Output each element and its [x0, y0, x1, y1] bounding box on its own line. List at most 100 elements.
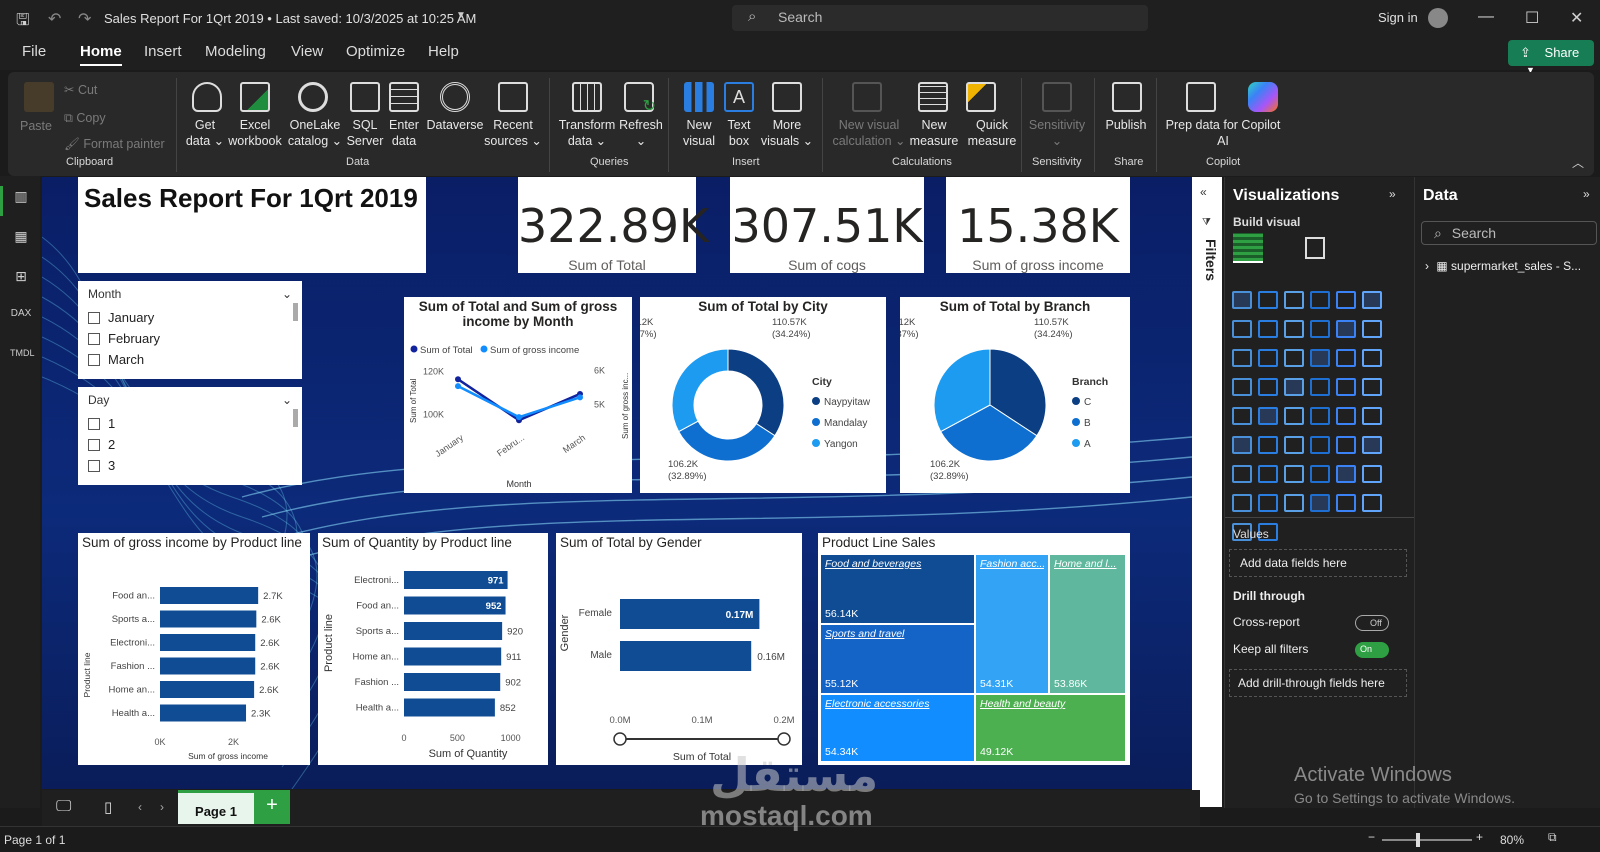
visual-type-icon[interactable] — [1310, 291, 1330, 309]
copilot-icon[interactable] — [1248, 82, 1278, 112]
next-page-icon[interactable]: › — [160, 800, 164, 814]
maximize-icon[interactable]: ☐ — [1525, 8, 1539, 28]
visual-type-icon[interactable] — [1362, 436, 1382, 454]
visual-type-icon[interactable] — [1284, 320, 1304, 338]
kpi-card-gross-income[interactable]: 15.38K Sum of gross income — [946, 177, 1130, 273]
day-slicer[interactable]: Day ⌄ 1 2 3 — [78, 387, 302, 485]
visual-type-icon[interactable] — [1310, 436, 1330, 454]
dax-query-view-icon[interactable]: DAX — [10, 308, 32, 326]
visual-type-icon[interactable] — [1284, 436, 1304, 454]
minimize-icon[interactable]: — — [1478, 8, 1494, 26]
keep-all-filters-toggle[interactable]: On — [1355, 642, 1389, 658]
visual-type-icon[interactable] — [1310, 349, 1330, 367]
visual-type-icon[interactable] — [1310, 407, 1330, 425]
visual-type-icon[interactable] — [1284, 494, 1304, 512]
zoom-out-icon[interactable]: − — [1368, 830, 1375, 844]
visual-type-icon[interactable] — [1310, 320, 1330, 338]
quick-measure-button[interactable]: Quick measure — [958, 117, 1026, 149]
slicer-item-day-2[interactable]: 2 — [78, 434, 302, 455]
visual-type-icon[interactable] — [1258, 407, 1278, 425]
avatar[interactable] — [1428, 8, 1448, 28]
visual-type-icon[interactable] — [1232, 436, 1252, 454]
menu-help[interactable]: Help — [428, 43, 459, 60]
treemap-tile[interactable]: Fashion acc... 54.31K — [976, 555, 1048, 693]
visual-type-icon[interactable] — [1232, 320, 1252, 338]
visual-type-icon[interactable] — [1362, 291, 1382, 309]
refresh-button[interactable]: Refresh ⌄ — [616, 117, 666, 149]
fit-to-page-icon[interactable]: ⧉ — [1548, 830, 1557, 845]
sensitivity-button[interactable]: Sensitivity ⌄ — [1026, 117, 1088, 149]
visual-type-icon[interactable] — [1362, 320, 1382, 338]
model-view-icon[interactable]: ⊞ — [10, 268, 32, 286]
add-page-button[interactable]: + — [254, 790, 290, 824]
undo-icon[interactable]: ↶ — [48, 9, 61, 29]
transform-data-button[interactable]: Transform data ⌄ — [556, 117, 618, 149]
zoom-in-icon[interactable]: + — [1476, 830, 1483, 844]
menu-insert[interactable]: Insert — [144, 43, 182, 60]
visual-type-icon[interactable] — [1336, 407, 1356, 425]
visual-type-icon[interactable] — [1258, 494, 1278, 512]
zoom-slider[interactable] — [1382, 839, 1472, 841]
checkbox[interactable] — [88, 332, 100, 345]
slicer-item-march[interactable]: March — [78, 349, 302, 370]
recent-sources-button[interactable]: Recent sources ⌄ — [484, 117, 542, 149]
slicer-item-day-3[interactable]: 3 — [78, 455, 302, 476]
copy-button[interactable]: ⧉ Copy — [64, 110, 106, 126]
visual-type-icon[interactable] — [1284, 378, 1304, 396]
branch-pie-card[interactable]: Sum of Total by Branch 110.57K (34.24%) 10… — [900, 297, 1130, 493]
menu-optimize[interactable]: Optimize — [346, 43, 405, 60]
checkbox[interactable] — [88, 438, 100, 451]
visual-type-icon[interactable] — [1336, 378, 1356, 396]
visual-type-icon[interactable] — [1284, 465, 1304, 483]
visual-type-icon[interactable] — [1232, 494, 1252, 512]
visual-type-icon[interactable] — [1284, 407, 1304, 425]
visual-type-icon[interactable] — [1336, 349, 1356, 367]
enter-data-button[interactable]: Enter data — [383, 117, 425, 149]
menu-view[interactable]: View — [291, 43, 323, 60]
treemap-tile[interactable]: Food and beverages 56.14K — [821, 555, 974, 623]
table-item[interactable]: › ▦ supermarket_sales - S... — [1425, 259, 1581, 273]
quantity-bar-card[interactable]: Sum of Quantity by Product line Electron… — [318, 533, 548, 765]
desktop-layout-icon[interactable]: 🖵 — [56, 798, 71, 816]
visual-type-icon[interactable] — [1232, 465, 1252, 483]
share-button[interactable]: ⇪ Share ▼ — [1508, 40, 1594, 75]
text-box-button[interactable]: Text box — [720, 117, 758, 149]
visual-type-icon[interactable] — [1336, 320, 1356, 338]
cut-button[interactable]: ✂ Cut — [64, 82, 97, 98]
visual-type-icon[interactable] — [1336, 436, 1356, 454]
visual-type-icon[interactable] — [1362, 349, 1382, 367]
visual-type-icon[interactable] — [1336, 291, 1356, 309]
month-slicer[interactable]: Month ⌄ January February March — [78, 281, 302, 379]
new-visual-button[interactable]: New visual — [676, 117, 722, 149]
slicer-item-january[interactable]: January — [78, 307, 302, 328]
product-line-treemap-card[interactable]: Product Line Sales Food and beverages 56.… — [818, 533, 1130, 765]
redo-icon[interactable]: ↷ — [78, 9, 91, 29]
build-visual-tab-icon[interactable] — [1233, 233, 1263, 263]
city-donut-card[interactable]: Sum of Total by City 110.57K (34.24%) 106.… — [640, 297, 886, 493]
visual-type-icon[interactable] — [1258, 436, 1278, 454]
prev-page-icon[interactable]: ‹ — [138, 800, 142, 814]
treemap-tile[interactable]: Home and l... 53.86K — [1050, 555, 1125, 693]
menu-home[interactable]: Home — [80, 43, 122, 66]
visual-type-icon[interactable] — [1362, 494, 1382, 512]
visual-type-icon[interactable] — [1258, 378, 1278, 396]
visual-type-icon[interactable] — [1232, 407, 1252, 425]
scrollbar[interactable] — [293, 303, 298, 321]
visual-type-icon[interactable] — [1232, 291, 1252, 309]
visual-type-icon[interactable] — [1310, 465, 1330, 483]
gross-income-bar-card[interactable]: Sum of gross income by Product line Food… — [78, 533, 310, 765]
format-visual-tab-icon[interactable] — [1305, 237, 1325, 259]
onelake-catalog-button[interactable]: OneLake catalog ⌄ — [284, 117, 346, 149]
visual-type-icon[interactable] — [1362, 407, 1382, 425]
cross-report-toggle[interactable]: Off — [1355, 615, 1389, 631]
get-data-button[interactable]: Get data ⌄ — [182, 117, 228, 149]
slicer-item-day-1[interactable]: 1 — [78, 413, 302, 434]
chevron-down-icon[interactable]: ▼ — [456, 10, 466, 21]
checkbox[interactable] — [88, 353, 100, 366]
menu-file[interactable]: File — [22, 43, 46, 60]
checkbox[interactable] — [88, 311, 100, 324]
collapse-icon[interactable]: » — [1389, 187, 1396, 201]
expand-icon[interactable]: « — [1200, 185, 1207, 199]
slicer-item-february[interactable]: February — [78, 328, 302, 349]
report-view-icon[interactable]: ▥ — [10, 188, 32, 206]
